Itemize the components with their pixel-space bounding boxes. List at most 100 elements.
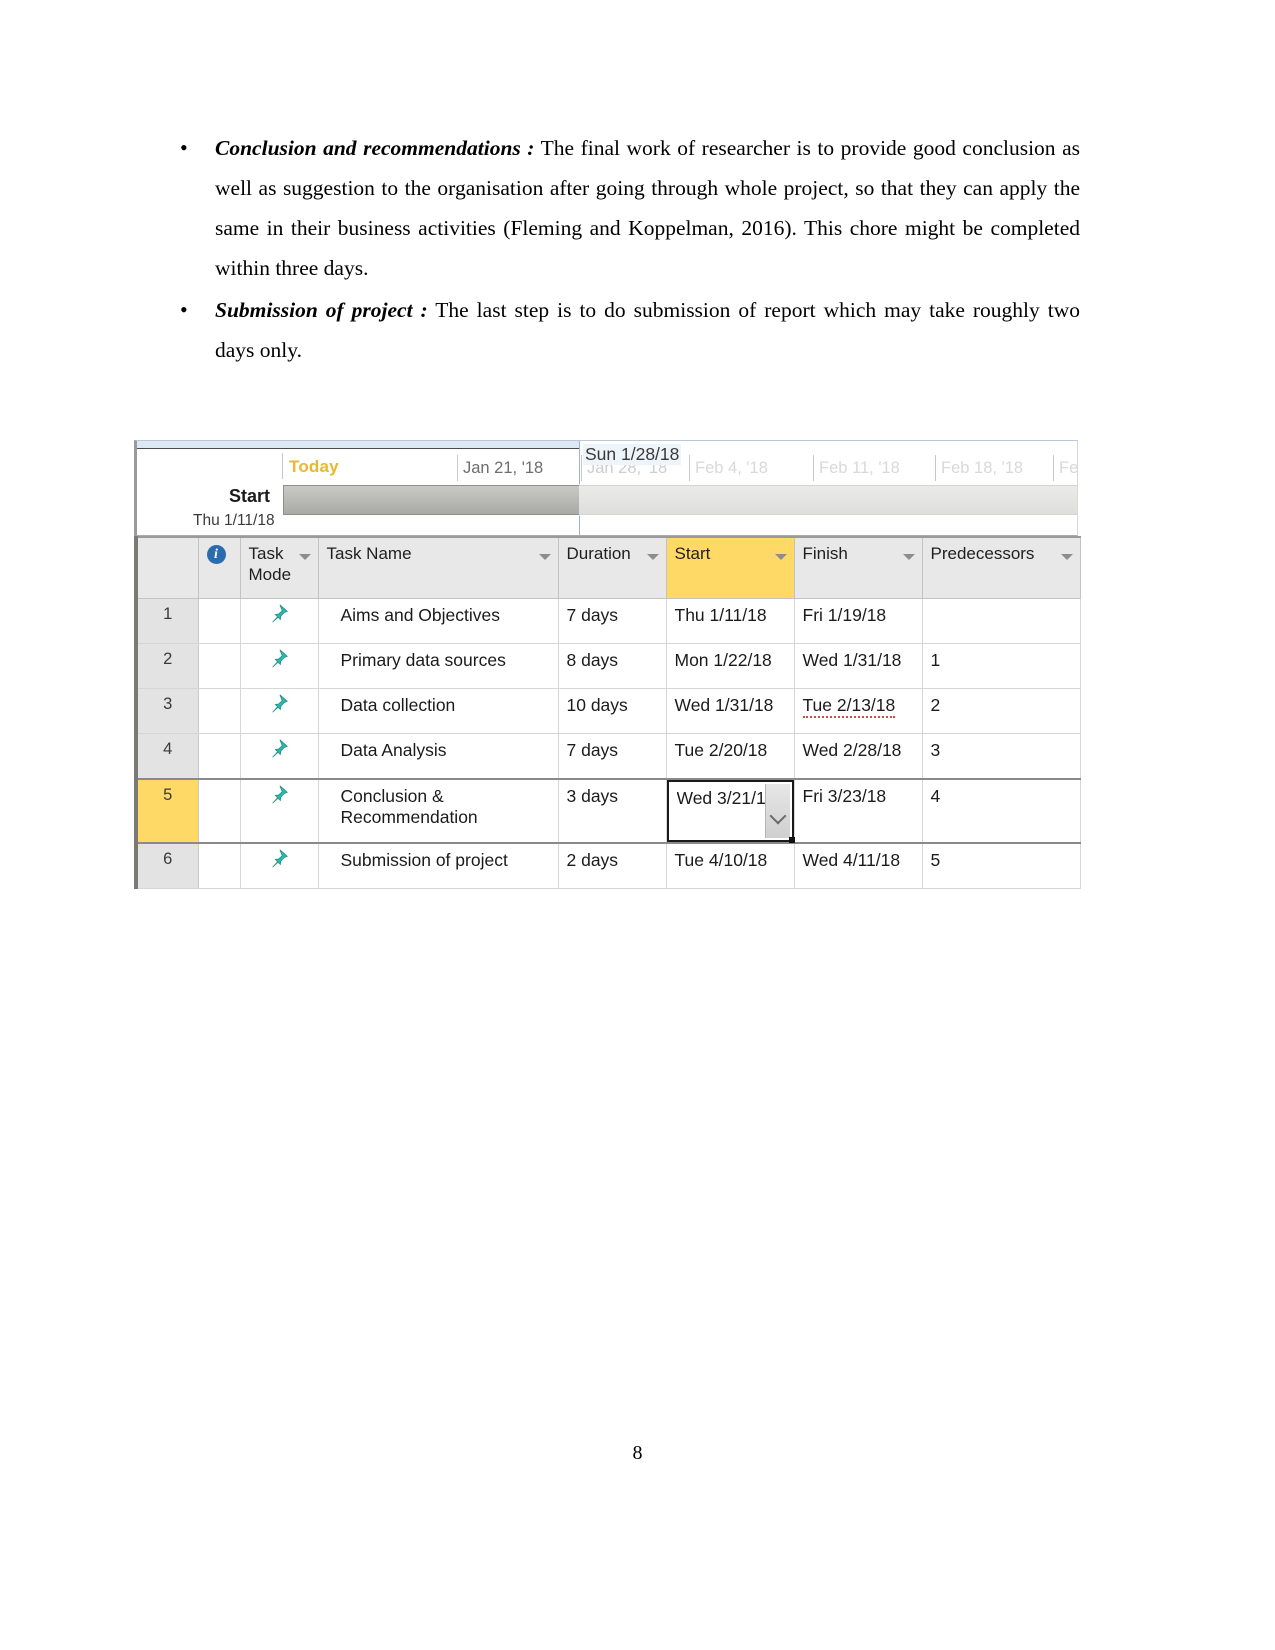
timeline-tick [581,455,582,481]
timeline-tick [935,455,936,481]
list-item: • Submission of project : The last step … [160,290,1080,370]
page-number: 8 [632,1442,643,1464]
row-task-mode-cell[interactable] [239,643,319,689]
row-id[interactable]: 1 [135,598,199,644]
row-indicator-cell[interactable] [197,778,241,844]
document-text-block: • Conclusion and recommendations : The f… [160,128,1080,372]
row-indicator-cell[interactable] [197,643,241,689]
row-duration[interactable]: 3 days [557,778,667,844]
chevron-down-icon [769,807,786,825]
row-task-mode-cell[interactable] [239,778,319,844]
timeline-start-date: Thu 1/11/18 [193,512,275,529]
row-start[interactable]: Tue 4/10/18 [665,842,795,889]
row-task-name[interactable]: Submission of project [317,842,559,889]
row-finish[interactable]: Fri 3/23/18 [793,778,923,844]
row-predecessors[interactable]: 2 [921,688,1081,734]
table-row[interactable]: 4 Data Analysis 7 days Tue 2/20/18 Wed 2… [135,733,1081,780]
table-header-row: i Task Mode Task Name Duration Start Fin… [135,536,1081,599]
row-finish[interactable]: Fri 1/19/18 [793,598,923,644]
timeline-bar-fade-overlay [579,484,1077,516]
row-indicator-cell[interactable] [197,598,241,644]
row-predecessors[interactable] [921,598,1081,644]
timeline-tick [813,455,814,481]
active-cell-start[interactable]: Wed 3/21/18 [665,778,795,844]
pin-icon [272,694,288,713]
timeline-start-label: Start [229,486,271,506]
pin-icon [272,739,288,758]
table-row[interactable]: 2 Primary data sources 8 days Mon 1/22/1… [135,643,1081,689]
date-picker-dropdown-button[interactable] [764,784,790,838]
column-header-start[interactable]: Start [665,536,795,599]
row-start[interactable]: Tue 2/20/18 [665,733,795,780]
column-header-predecessors[interactable]: Predecessors [921,536,1081,599]
row-predecessors[interactable]: 5 [921,842,1081,889]
row-id[interactable]: 4 [135,733,199,780]
row-task-mode-cell[interactable] [239,598,319,644]
row-id[interactable]: 2 [135,643,199,689]
bullet-lead-2: Submission of project : [215,298,428,322]
timeline-scale-label: Jan 21, '18 [463,459,544,477]
chevron-down-icon[interactable] [298,554,311,560]
row-duration[interactable]: 8 days [557,643,667,689]
row-duration[interactable]: 7 days [557,733,667,780]
timeline-callout-date: Sun 1/28/18 [583,444,682,465]
list-item: • Conclusion and recommendations : The f… [160,128,1080,288]
row-predecessors[interactable]: 4 [921,778,1081,844]
row-indicator-cell[interactable] [197,842,241,889]
row-task-name[interactable]: Data Analysis [317,733,559,780]
column-header-indicators[interactable]: i [197,536,241,599]
table-row-selected[interactable]: 5 Conclusion & Recommendation 3 days Wed… [135,778,1081,844]
bullet-list: • Conclusion and recommendations : The f… [160,128,1080,370]
timeline-tick [1053,455,1054,481]
chevron-down-icon[interactable] [774,554,787,560]
row-task-name[interactable]: Data collection [317,688,559,734]
row-start[interactable]: Mon 1/22/18 [665,643,795,689]
column-header-finish[interactable]: Finish [793,536,923,599]
row-predecessors[interactable]: 1 [921,643,1081,689]
table-row[interactable]: 6 Submission of project 2 days Tue 4/10/… [135,842,1081,889]
column-header-label: Predecessors [930,544,1035,563]
row-id[interactable]: 6 [135,842,199,889]
row-indicator-cell[interactable] [197,688,241,734]
table-row[interactable]: 3 Data collection 10 days Wed 1/31/18 Tu… [135,688,1081,734]
column-header-label: Task Name [326,544,412,563]
row-task-mode-cell[interactable] [239,842,319,889]
row-task-name[interactable]: Primary data sources [317,643,559,689]
chevron-down-icon[interactable] [902,554,915,560]
row-indicator-cell[interactable] [197,733,241,780]
column-header-task-mode[interactable]: Task Mode [239,536,319,599]
timeline-panel[interactable]: Today Jan 21, '18 Jan 28, '18 Feb 4, '18… [134,440,1078,536]
column-header-id[interactable] [135,536,199,599]
row-task-name[interactable]: Conclusion & Recommendation [317,778,559,844]
row-finish[interactable]: Tue 2/13/18 [793,688,923,734]
row-start[interactable]: Thu 1/11/18 [665,598,795,644]
chevron-down-icon[interactable] [646,554,659,560]
row-start[interactable]: Wed 1/31/18 [665,688,795,734]
task-table[interactable]: i Task Mode Task Name Duration Start Fin… [134,536,1081,889]
chevron-down-icon[interactable] [1060,554,1073,560]
active-cell-box[interactable]: Wed 3/21/18 [666,780,795,843]
row-task-mode-cell[interactable] [239,733,319,780]
row-predecessors[interactable]: 3 [921,733,1081,780]
row-finish[interactable]: Wed 4/11/18 [793,842,923,889]
fill-handle[interactable] [788,837,795,843]
table-row[interactable]: 1 Aims and Objectives 7 days Thu 1/11/18… [135,598,1081,644]
bullet-icon: • [180,135,188,160]
pin-icon [272,849,288,868]
column-header-duration[interactable]: Duration [557,536,667,599]
today-label: Today [289,457,339,476]
row-duration[interactable]: 10 days [557,688,667,734]
row-task-mode-cell[interactable] [239,688,319,734]
row-finish[interactable]: Wed 2/28/18 [793,733,923,780]
pin-icon [272,785,288,804]
row-finish[interactable]: Wed 1/31/18 [793,643,923,689]
row-duration[interactable]: 7 days [557,598,667,644]
info-icon: i [206,545,226,564]
row-duration[interactable]: 2 days [557,842,667,889]
row-id[interactable]: 5 [135,778,199,844]
row-id[interactable]: 3 [135,688,199,734]
timeline-tick [689,455,690,481]
chevron-down-icon[interactable] [538,554,551,560]
row-task-name[interactable]: Aims and Objectives [317,598,559,644]
column-header-task-name[interactable]: Task Name [317,536,559,599]
